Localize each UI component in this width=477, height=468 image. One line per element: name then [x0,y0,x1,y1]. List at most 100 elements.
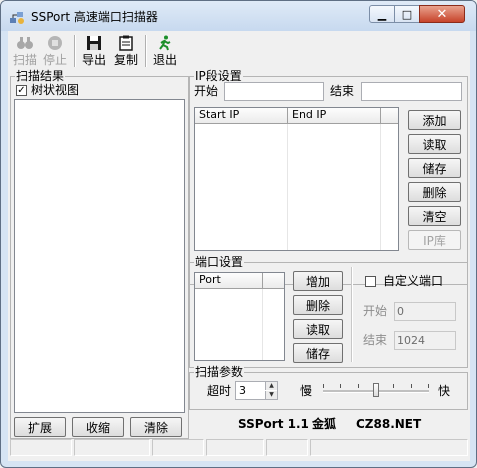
status-cell [74,439,150,456]
close-icon: ✕ [436,6,448,22]
speed-slider[interactable] [323,381,429,401]
port-divider [351,267,353,362]
port-settings-group: 端口设置 Port 增加 删除 读取 储存 自定义端口 开始 0 结束 1024 [189,255,468,368]
results-tree[interactable] [14,99,185,413]
exit-button[interactable]: 退出 [152,35,178,67]
status-cell [10,439,72,456]
stop-icon [48,36,62,50]
status-cell [152,439,204,456]
column-divider [380,124,381,250]
slider-tick [323,384,324,388]
ip-range-group: IP段设置 开始 结束 Start IP End IP 添加 读取 储存 删除 … [189,69,468,285]
clipboard-icon [119,35,133,51]
port-save-button[interactable]: 储存 [293,343,343,363]
port-end-input[interactable]: 1024 [394,331,456,350]
spin-down-button[interactable]: ▼ [265,391,277,399]
window-title: SSPort 高速端口扫描器 [31,10,158,24]
author-text: 金狐 [312,417,337,431]
port-list-header-filler [263,273,284,289]
ip-list-header-end[interactable]: End IP [288,108,381,124]
port-start-label: 开始 [363,304,388,318]
port-start-input[interactable]: 0 [394,302,456,321]
copy-label: 复制 [113,53,138,67]
minimize-icon: ▁ [377,7,387,21]
column-divider [287,124,288,250]
scan-params-group-label: 扫描参数 [194,365,245,379]
ip-read-button[interactable]: 读取 [408,134,461,154]
export-button[interactable]: 导出 [81,35,107,67]
exit-label: 退出 [152,53,177,67]
slow-label: 慢 [300,384,313,398]
timeout-spinner[interactable]: 3 ▲ ▼ [235,381,278,400]
custom-port-checkbox[interactable] [365,276,376,287]
slider-tick [428,384,429,388]
ip-add-button[interactable]: 添加 [408,110,461,130]
slider-tick [358,384,359,388]
stop-label: 停止 [42,53,67,67]
site-text: CZ88.NET [356,417,422,431]
collapse-button[interactable]: 收缩 [72,417,124,437]
toolbar-separator [74,35,76,67]
tree-view-checkbox[interactable]: ✓ [16,85,27,96]
copy-button[interactable]: 复制 [113,35,139,67]
close-button[interactable]: ✕ [419,5,465,23]
port-end-label: 结束 [363,333,388,347]
slider-thumb[interactable] [373,383,379,397]
client-area: 扫描 停止 导出 复制 退出 扫描结果 ✓ 树状视图 扩展 收缩 清除 IP段设… [8,31,470,461]
ip-end-label: 结束 [330,84,355,98]
status-bar [8,437,470,458]
ip-clear-button[interactable]: 清空 [408,206,461,226]
maximize-button[interactable]: □ [394,5,420,23]
port-list-header[interactable]: Port [195,273,263,289]
scan-params-group: 扫描参数 超时 3 ▲ ▼ 慢 快 [189,365,468,410]
slider-tick [393,384,394,388]
spin-up-button[interactable]: ▲ [265,382,277,390]
status-cell [206,439,264,456]
expand-button[interactable]: 扩展 [14,417,66,437]
toolbar-separator [145,35,147,67]
ip-save-button[interactable]: 储存 [408,158,461,178]
clear-results-button[interactable]: 清除 [130,417,182,437]
minimize-button[interactable]: ▁ [369,5,395,23]
ip-list-header-filler [381,108,398,124]
app-icon [10,12,24,24]
ip-library-button[interactable]: IP库 [408,230,461,250]
column-divider [262,289,263,360]
port-read-button[interactable]: 读取 [293,319,343,339]
scan-results-group: 扫描结果 ✓ 树状视图 扩展 收缩 清除 [10,69,189,439]
arrow-down-icon: ▼ [269,391,274,398]
ip-range-group-label: IP段设置 [194,69,243,83]
running-man-icon [159,35,171,51]
title-bar[interactable]: SSPort 高速端口扫描器 ▁ □ ✕ [1,1,476,31]
maximize-icon: □ [401,7,413,21]
port-add-button[interactable]: 增加 [293,271,343,291]
ip-range-list[interactable]: Start IP End IP [194,107,399,251]
arrow-up-icon: ▲ [269,382,274,389]
slider-tick [340,384,341,388]
scan-label: 扫描 [12,53,37,67]
ip-start-input[interactable] [224,82,324,101]
ip-end-input[interactable] [361,82,462,101]
app-window: SSPort 高速端口扫描器 ▁ □ ✕ 扫描 停止 导出 复制 退出 扫描结果… [0,0,477,468]
timeout-value: 3 [239,384,246,397]
scan-button[interactable]: 扫描 [12,35,38,67]
ip-list-header-start[interactable]: Start IP [195,108,288,124]
status-cell [310,439,468,456]
binoculars-icon [17,37,33,49]
scan-results-group-label: 扫描结果 [15,69,66,83]
version-text: SSPort 1.1 [238,417,309,431]
save-disk-icon [87,36,101,50]
export-label: 导出 [81,53,106,67]
port-list[interactable]: Port [194,272,285,361]
slider-tick [411,384,412,388]
custom-port-label: 自定义端口 [383,274,444,288]
ip-delete-button[interactable]: 删除 [408,182,461,202]
ip-start-label: 开始 [194,84,219,98]
fast-label: 快 [438,384,451,398]
port-settings-group-label: 端口设置 [194,255,245,269]
timeout-label: 超时 [207,384,232,398]
stop-button[interactable]: 停止 [42,35,68,67]
tree-view-label: 树状视图 [31,83,80,97]
status-cell [266,439,308,456]
port-delete-button[interactable]: 删除 [293,295,343,315]
